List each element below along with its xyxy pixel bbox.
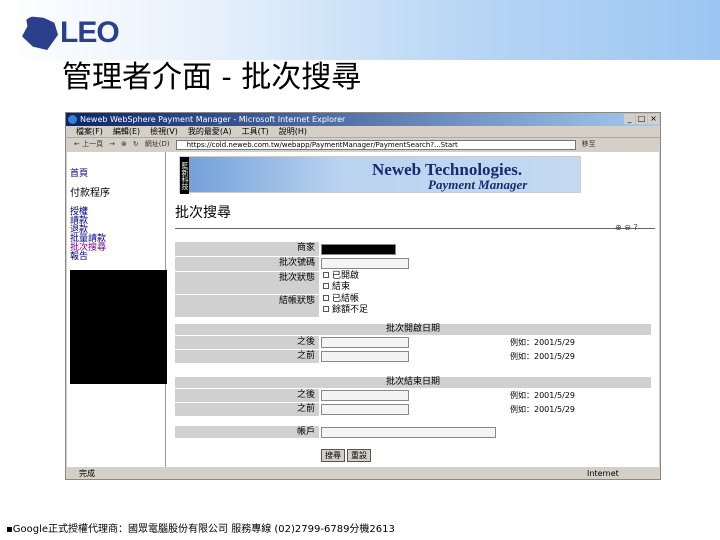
lion-icon	[22, 16, 58, 50]
close-before-example: 例如：2001/5/29	[510, 405, 576, 414]
sidebar: 首頁 付款程序 授權 請款 退款 批量請款 批次搜尋 報告	[67, 152, 167, 467]
label-settle-status: 結帳狀態	[175, 295, 319, 317]
status-bar: 完成 Internet	[67, 468, 659, 480]
label-account: 帳戶	[175, 426, 319, 438]
menu-favorites[interactable]: 我的最愛(A)	[188, 126, 232, 137]
zone-text: Internet	[587, 469, 619, 478]
label-close-before: 之前	[175, 403, 319, 416]
menu-edit[interactable]: 編輯(E)	[113, 126, 140, 137]
stop-icon[interactable]: ⊗	[121, 138, 127, 151]
search-button[interactable]: 搜尋	[321, 449, 345, 462]
sidebar-section-payment: 付款程序	[70, 188, 110, 199]
open-date-header: 批次開啟日期	[175, 324, 651, 335]
ie-icon	[68, 115, 77, 124]
merchant-select[interactable]	[321, 244, 396, 255]
maximize-button[interactable]: □	[636, 114, 647, 124]
checkbox-opened[interactable]: 已開啟	[323, 271, 359, 282]
page-heading: 批次搜尋	[175, 205, 231, 221]
status-text: 完成	[79, 469, 95, 478]
window-title: Neweb WebSphere Payment Manager - Micros…	[80, 115, 346, 124]
banner-side-text: 藍新科技	[180, 157, 189, 194]
checkbox-settled[interactable]: 已結帳	[323, 294, 359, 305]
page-content: 首頁 付款程序 授權 請款 退款 批量請款 批次搜尋 報告 藍新科技 Neweb…	[67, 152, 659, 467]
close-before-input[interactable]	[321, 404, 409, 415]
sidebar-item-reports[interactable]: 報告	[70, 249, 88, 262]
logo-text: LEO	[60, 16, 120, 49]
close-button[interactable]: ×	[648, 114, 659, 124]
title-bar: Neweb WebSphere Payment Manager - Micros…	[66, 113, 660, 126]
close-after-input[interactable]	[321, 390, 409, 401]
address-input[interactable]: https://cold.neweb.com.tw/webapp/Payment…	[175, 139, 576, 150]
minimize-button[interactable]: _	[624, 114, 635, 124]
sidebar-black-panel	[70, 270, 167, 384]
label-open-before: 之前	[175, 350, 319, 363]
open-before-input[interactable]	[321, 351, 409, 362]
refresh-icon[interactable]: ↻	[133, 138, 139, 151]
banner-subtitle: Payment Manager	[428, 177, 528, 192]
menu-bar: 檔案(F) 編輯(E) 檢視(V) 我的最愛(A) 工具(T) 說明(H)	[66, 126, 660, 138]
account-select[interactable]	[321, 427, 496, 438]
menu-tools[interactable]: 工具(T)	[242, 126, 269, 137]
menu-help[interactable]: 說明(H)	[279, 126, 307, 137]
label-merchant: 商家	[175, 242, 319, 256]
label-open-after: 之後	[175, 336, 319, 349]
neweb-banner: 藍新科技 Neweb Technologies. Payment Manager	[179, 156, 581, 194]
divider	[175, 228, 655, 229]
address-label: 網址(D)	[144, 140, 170, 148]
help-icons[interactable]: ⊕ ⊖ ?	[615, 223, 638, 232]
menu-file[interactable]: 檔案(F)	[76, 126, 103, 137]
open-after-example: 例如：2001/5/29	[510, 338, 576, 347]
label-batch-no: 批次號碼	[175, 257, 319, 271]
forward-button[interactable]: →	[109, 138, 115, 151]
open-after-input[interactable]	[321, 337, 409, 348]
open-before-example: 例如：2001/5/29	[510, 352, 576, 361]
sidebar-item-home[interactable]: 首頁	[70, 166, 88, 179]
slide-title: 管理者介面 - 批次搜尋	[62, 60, 362, 95]
go-button[interactable]: 移至	[582, 138, 596, 151]
close-date-header: 批次結束日期	[175, 377, 651, 388]
close-after-example: 例如：2001/5/29	[510, 391, 576, 400]
back-button[interactable]: ← 上一頁	[74, 138, 103, 151]
checkbox-insufficient[interactable]: 餘額不足	[323, 305, 368, 316]
slide-footer: ▪Google正式授權代理商：國眾電腦股份有限公司 服務專線 (02)2799-…	[6, 524, 395, 535]
checkbox-closed[interactable]: 結束	[323, 282, 350, 293]
leo-logo: LEO	[22, 16, 120, 50]
reset-button[interactable]: 重設	[347, 449, 371, 462]
label-batch-status: 批次狀態	[175, 272, 319, 294]
menu-view[interactable]: 檢視(V)	[150, 126, 178, 137]
label-close-after: 之後	[175, 389, 319, 402]
toolbar: ← 上一頁 → ⊗ ↻ 網址(D) https://cold.neweb.com…	[66, 138, 660, 151]
batch-no-input[interactable]	[321, 258, 409, 269]
browser-window: Neweb WebSphere Payment Manager - Micros…	[65, 112, 661, 480]
